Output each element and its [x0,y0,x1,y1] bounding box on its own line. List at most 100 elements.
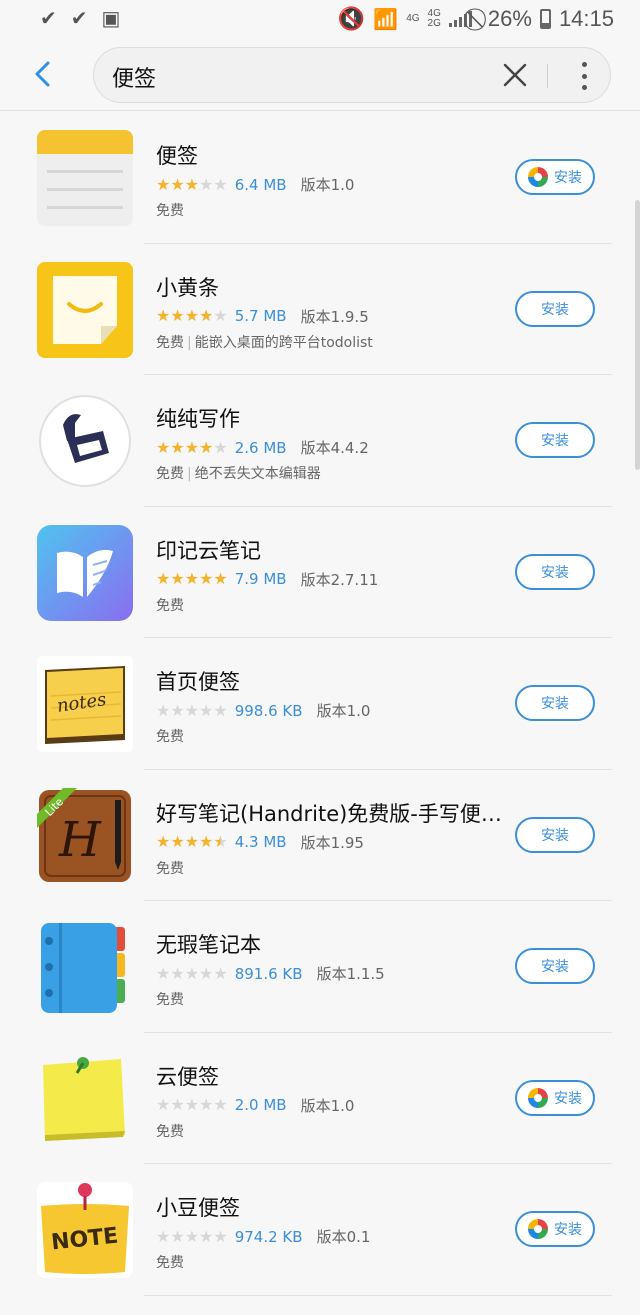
star-icon: ★ [184,569,200,588]
star-icon: ★ [170,306,185,325]
install-button[interactable]: 安装 [515,553,595,590]
app-size: 7.9 MB [234,570,287,588]
rating-stars: ★ ★ ★ ★ ★ [156,1226,228,1246]
rating-stars: ★ ★ ★ ★ ★ [156,834,228,850]
signal-icon [448,11,472,27]
status-bar: ✔ ✔ ▣ 🔇 📶 4G 4G 2G ⃠ 26% 14:15 [0,0,640,38]
list-item[interactable]: 纯纯写作 ★ ★ ★ ★ ★ 2.6 MB 版本4.4.2 免费 | 绝不丢失文本编辑器 安… [0,375,640,507]
install-button[interactable]: 安装 [515,1211,595,1247]
rating-stars: ★ ★ ★ ★ ★ [156,1097,228,1113]
360-logo-icon [528,1219,548,1239]
star-icon: ★ [199,569,214,588]
list-item[interactable]: 便签 ★ ★ ★ ★ ★ 6.4 MB 版本1.0 免费 安装 [0,112,640,244]
install-button[interactable]: 安装 [515,1079,595,1116]
app-title: 云便签 [156,1064,219,1089]
star-icon: ★ [184,306,200,325]
app-title: 小豆便签 [156,1196,240,1220]
app-subtitle: 免费 [156,200,184,220]
app-subtitle: 免费 [156,595,184,615]
app-subtitle: 免费 [156,1121,184,1141]
star-icon: ★ [156,832,171,851]
divider [547,64,548,88]
star-icon: ★ [184,832,200,851]
list-item[interactable]: H Lite 好写笔记(Handrite)免费版-手写便… ★ ★ ★ ★ ★ 4.3 … [0,770,640,901]
app-version: 版本1.0 [300,176,355,194]
app-price: 免费 [156,992,184,1008]
list-item[interactable]: 云便签 ★ ★ ★ ★ ★ 2.0 MB 版本1.0 免费 安装 [0,1033,640,1164]
star-icon: ★ [184,1226,200,1246]
typewriter-app-icon [39,395,131,487]
star-icon: ★ [156,174,171,194]
list-item[interactable]: 印记云笔记 ★ ★ ★ ★ ★ 7.9 MB 版本2.7.11 免费 安装 [0,507,640,638]
search-input[interactable]: 便签 [93,47,611,103]
app-size: 974.2 KB [234,1227,303,1246]
star-icon: ★ [199,174,214,194]
app-meta: ★ ★ ★ ★ ★ 7.9 MB 版本2.7.11 [156,569,378,590]
star-icon: ★ [170,1226,185,1246]
star-icon: ★ [199,1226,214,1246]
app-meta: ★ ★ ★ ★ ★ 891.6 KB 版本1.1.5 [156,963,385,984]
network-indicator: 4G [406,14,419,24]
app-price: 免费 [156,334,184,351]
network-label: 2G [427,18,441,29]
install-button[interactable]: 安装 [515,948,595,984]
notebook-app-icon [41,923,125,1013]
app-price: 免费 [156,1255,184,1271]
app-title: 纯纯写作 [156,407,240,431]
status-left: ✔ ✔ ▣ [0,9,120,29]
star-icon: ★ [213,963,228,983]
app-title: 首页便签 [156,670,240,694]
install-button[interactable]: 安装 [515,685,595,721]
install-button[interactable]: 安装 [515,159,595,195]
app-version: 版本4.4.2 [300,439,369,457]
app-version: 版本0.1 [316,1228,371,1246]
star-icon: ★ [184,700,200,720]
star-icon: ★ [170,700,185,720]
list-item[interactable]: notes 首页便签 ★ ★ ★ ★ ★ 998.6 KB 版本1.0 免费 安装 [0,638,640,770]
app-subtitle: 免费 | 能嵌入桌面的跨平台todolist [156,334,373,351]
install-button[interactable]: 安装 [515,816,595,853]
star-icon: ★ [199,700,214,720]
app-title: 好写笔记(Handrite)免费版-手写便… [156,801,502,826]
star-icon: ★ [156,1095,171,1114]
app-price: 免费 [156,1123,184,1140]
app-meta: ★ ★ ★ ★ ★ 2.0 MB 版本1.0 [156,1095,354,1116]
clock: 14:15 [558,6,614,31]
check-icon: ✔ [70,8,88,30]
app-subtitle: 免费 | 绝不丢失文本编辑器 [156,466,321,482]
app-meta: ★ ★ ★ ★ ★ 6.4 MB 版本1.0 [156,174,354,195]
app-meta: ★ ★ ★ ★ ★ 998.6 KB 版本1.0 [156,700,370,721]
note-pin-app-icon: NOTE [37,1182,133,1278]
divider [144,1294,612,1296]
yellow-note-app-icon [37,261,133,358]
check-icon: ✔ [40,8,57,30]
install-button[interactable]: 安装 [515,290,595,327]
list-item[interactable]: NOTE 小豆便签 ★ ★ ★ ★ ★ 974.2 KB 版本0.1 免费 安装 [0,1164,640,1296]
app-meta: ★ ★ ★ ★ ★ 4.3 MB 版本1.95 [156,832,364,853]
app-size: 2.6 MB [234,438,287,457]
install-label: 安装 [541,959,569,975]
list-item[interactable]: 无瑕笔记本 ★ ★ ★ ★ ★ 891.6 KB 版本1.1.5 免费 安装 [0,901,640,1033]
scrollbar[interactable] [635,200,640,470]
install-button[interactable]: 安装 [515,422,595,458]
install-label: 安装 [554,170,582,186]
search-query: 便签 [112,67,157,92]
close-icon[interactable] [502,60,528,90]
app-description: 绝不丢失文本编辑器 [194,466,321,482]
app-subtitle: 免费 [156,1252,184,1272]
network-indicator-2: 4G 2G [428,9,441,29]
more-vert-icon[interactable] [580,62,588,90]
rating-stars: ★ ★ ★ ★ ★ [156,308,228,324]
app-meta: ★ ★ ★ ★ ★ 974.2 KB 版本0.1 [156,1226,370,1247]
status-right: 🔇 📶 4G 4G 2G ⃠ 26% 14:15 [338,6,640,32]
battery-percent: 26% [487,6,532,31]
star-icon: ★ [213,700,228,720]
list-item[interactable]: 小黄条 ★ ★ ★ ★ ★ 5.7 MB 版本1.9.5 免费 | 能嵌入桌面的跨平台tod… [0,244,640,375]
star-icon: ★ [156,1226,171,1246]
star-icon: ★ [199,306,214,325]
back-arrow-icon[interactable] [30,58,58,90]
360-logo-icon [528,167,548,187]
app-size: 5.7 MB [234,307,287,325]
rating-stars: ★ ★ ★ ★ ★ [156,963,228,983]
star-icon: ★ [184,1095,200,1114]
